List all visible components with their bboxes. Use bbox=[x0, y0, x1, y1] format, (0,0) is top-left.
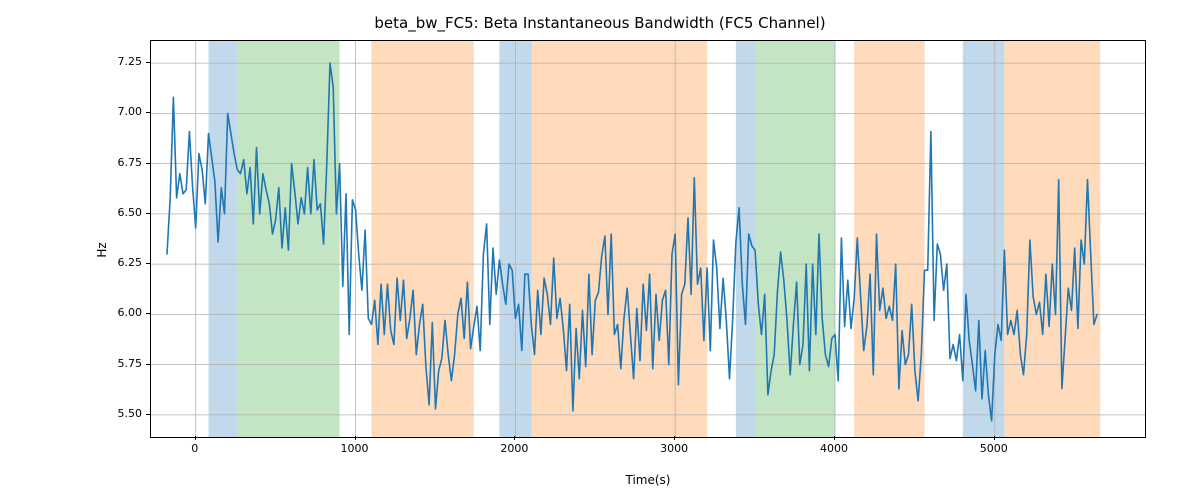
highlight-band-orange bbox=[1004, 41, 1055, 437]
x-tickmark bbox=[994, 436, 995, 440]
chart-title: beta_bw_FC5: Beta Instantaneous Bandwidt… bbox=[0, 14, 1200, 32]
background-svg bbox=[151, 41, 1145, 437]
y-tick-label: 7.00 bbox=[112, 105, 142, 118]
y-tickmark bbox=[146, 364, 150, 365]
x-tick-label: 3000 bbox=[659, 442, 689, 455]
highlight-band-orange bbox=[854, 41, 924, 437]
x-tick-label: 2000 bbox=[499, 442, 529, 455]
x-axis-label: Time(s) bbox=[150, 473, 1146, 487]
x-tick-label: 0 bbox=[180, 442, 210, 455]
y-tickmark bbox=[146, 213, 150, 214]
y-tickmark bbox=[146, 62, 150, 63]
y-tick-label: 5.50 bbox=[112, 407, 142, 420]
x-tickmark bbox=[834, 436, 835, 440]
x-tick-label: 4000 bbox=[819, 442, 849, 455]
y-tick-label: 7.25 bbox=[112, 55, 142, 68]
highlight-band-orange bbox=[531, 41, 601, 437]
x-tickmark bbox=[514, 436, 515, 440]
y-tick-label: 6.25 bbox=[112, 256, 142, 269]
y-axis-label: Hz bbox=[95, 242, 109, 257]
y-tick-label: 6.75 bbox=[112, 156, 142, 169]
x-tickmark bbox=[674, 436, 675, 440]
x-tickmark bbox=[195, 436, 196, 440]
highlight-band-orange bbox=[602, 41, 707, 437]
highlight-band-blue bbox=[209, 41, 238, 437]
figure: beta_bw_FC5: Beta Instantaneous Bandwidt… bbox=[0, 0, 1200, 500]
y-tick-label: 6.50 bbox=[112, 206, 142, 219]
y-tickmark bbox=[146, 163, 150, 164]
highlight-band-blue bbox=[736, 41, 755, 437]
y-tick-label: 5.75 bbox=[112, 357, 142, 370]
x-tick-label: 5000 bbox=[979, 442, 1009, 455]
highlight-band-orange bbox=[372, 41, 474, 437]
y-tickmark bbox=[146, 112, 150, 113]
plot-area bbox=[150, 40, 1146, 438]
x-tick-label: 1000 bbox=[340, 442, 370, 455]
y-tick-label: 6.00 bbox=[112, 306, 142, 319]
y-tickmark bbox=[146, 414, 150, 415]
y-tickmark bbox=[146, 313, 150, 314]
x-tickmark bbox=[355, 436, 356, 440]
y-tickmark bbox=[146, 263, 150, 264]
